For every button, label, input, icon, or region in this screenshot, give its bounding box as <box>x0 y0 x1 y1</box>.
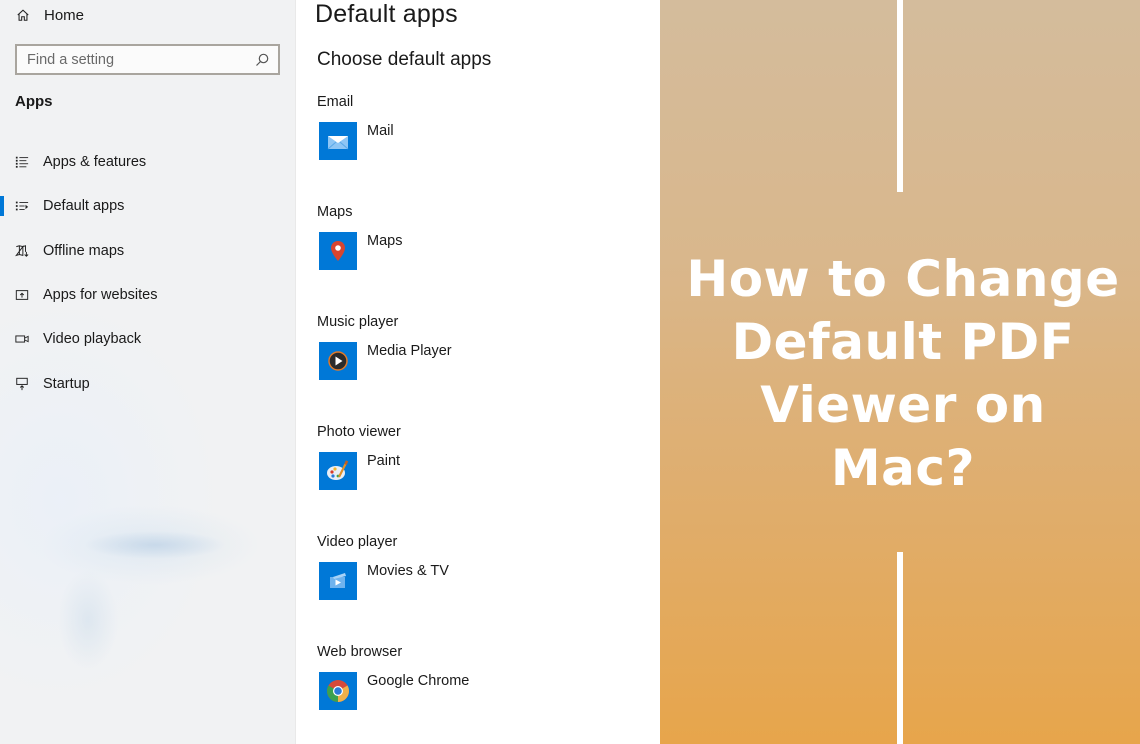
sidebar-item-label: Apps for websites <box>43 287 158 304</box>
default-app-group-photo: Photo viewer Paint <box>317 424 647 490</box>
sidebar-item-apps-features[interactable]: Apps & features <box>0 140 296 184</box>
default-app-button-browser[interactable]: Google Chrome <box>319 672 469 710</box>
sidebar-item-label: Startup <box>43 375 90 392</box>
sidebar-item-label: Offline maps <box>43 242 125 259</box>
paint-palette-icon <box>319 452 357 490</box>
default-app-group-video: Video player Movies & TV <box>317 534 647 600</box>
movies-tv-icon <box>319 562 357 600</box>
search-box[interactable] <box>15 44 280 75</box>
group-label: Photo viewer <box>317 424 401 440</box>
section-subtitle: Choose default apps <box>317 49 492 70</box>
default-apps-icon <box>15 199 29 213</box>
home-icon <box>16 8 30 22</box>
search-icon[interactable] <box>254 52 270 68</box>
sidebar-item-apps-for-websites[interactable]: Apps for websites <box>0 273 296 317</box>
sidebar-item-startup[interactable]: Startup <box>0 361 296 405</box>
chrome-icon <box>319 672 357 710</box>
sidebar-nav: Apps & features Default apps Offline map… <box>0 140 296 406</box>
group-label: Music player <box>317 314 399 330</box>
sidebar-item-label: Apps & features <box>43 154 147 171</box>
app-name: Paint <box>367 453 401 469</box>
apps-for-websites-icon <box>15 288 29 302</box>
app-name: Mail <box>367 123 394 139</box>
media-player-icon <box>319 342 357 380</box>
promo-banner: How to Change Default PDF Viewer on Mac? <box>660 0 1140 744</box>
promo-title-line: Viewer on <box>760 376 1046 434</box>
offline-maps-icon <box>15 244 29 258</box>
default-apps-panel: Default apps Choose default apps Email M… <box>296 0 660 744</box>
sidebar-item-offline-maps[interactable]: Offline maps <box>0 229 296 273</box>
video-playback-icon <box>15 332 29 346</box>
default-app-group-email: Email Mail <box>317 94 647 160</box>
sidebar-item-label: Video playback <box>43 331 142 348</box>
maps-pin-icon <box>319 232 357 270</box>
sidebar-item-video-playback[interactable]: Video playback <box>0 317 296 361</box>
decorative-line-top <box>897 0 903 192</box>
group-label: Web browser <box>317 644 403 660</box>
mail-icon <box>319 122 357 160</box>
group-label: Email <box>317 94 354 110</box>
default-app-button-photo[interactable]: Paint <box>319 452 400 490</box>
apps-features-icon <box>15 155 29 169</box>
app-name: Movies & TV <box>367 563 449 579</box>
default-app-button-email[interactable]: Mail <box>319 122 394 160</box>
home-label: Home <box>44 6 85 24</box>
promo-title-line: Default PDF <box>731 313 1075 371</box>
decorative-line-bottom <box>897 552 903 744</box>
startup-icon <box>15 377 29 391</box>
default-app-group-music: Music player Media Player <box>317 314 647 380</box>
group-label: Video player <box>317 534 398 550</box>
promo-title-line: Mac? <box>830 439 976 497</box>
sidebar-item-label: Default apps <box>43 198 125 215</box>
section-label-apps: Apps <box>15 93 53 110</box>
home-nav-item[interactable]: Home <box>16 4 84 26</box>
promo-title: How to Change Default PDF Viewer on Mac? <box>660 248 1140 500</box>
settings-sidebar: Home Apps Apps & features <box>0 0 296 744</box>
default-app-button-video[interactable]: Movies & TV <box>319 562 449 600</box>
group-label: Maps <box>317 204 353 220</box>
app-name: Maps <box>367 233 403 249</box>
default-app-group-maps: Maps Maps <box>317 204 647 270</box>
promo-title-line: How to Change <box>686 250 1120 308</box>
app-name: Google Chrome <box>367 673 470 689</box>
page-title: Default apps <box>315 0 458 28</box>
default-app-button-music[interactable]: Media Player <box>319 342 452 380</box>
app-name: Media Player <box>367 343 452 359</box>
default-app-button-maps[interactable]: Maps <box>319 232 402 270</box>
search-input[interactable] <box>27 51 254 68</box>
default-app-group-browser: Web browser Google Chrome <box>317 644 647 710</box>
sidebar-item-default-apps[interactable]: Default apps <box>0 184 296 228</box>
